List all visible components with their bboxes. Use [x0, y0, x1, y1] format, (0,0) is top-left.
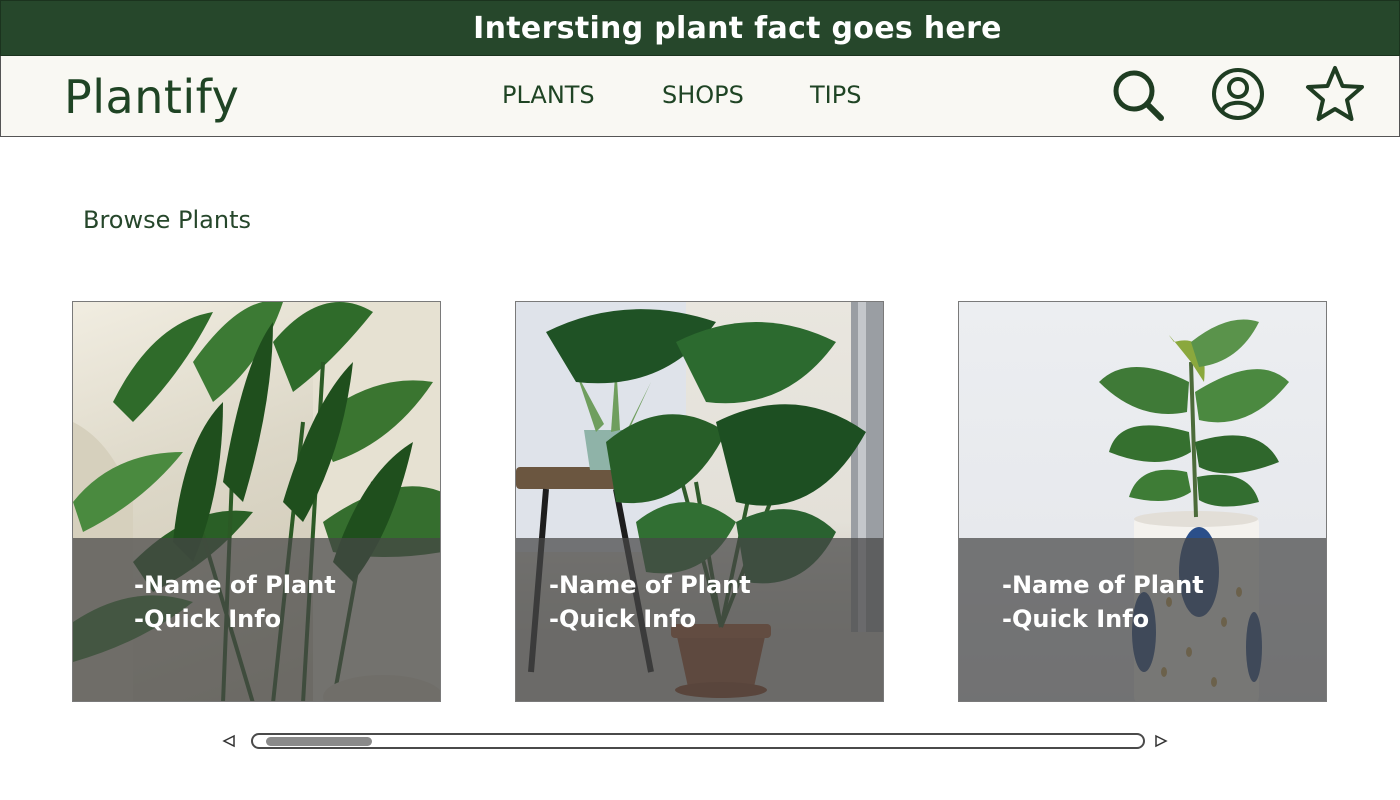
card-text: -Name of Plant -Quick Info [134, 568, 336, 636]
card-text: -Name of Plant -Quick Info [1002, 568, 1204, 636]
scroll-left-arrow-icon[interactable] [222, 734, 236, 748]
star-icon[interactable] [1304, 64, 1366, 124]
nav-link-plants[interactable]: PLANTS [502, 81, 595, 109]
card-text: -Name of Plant -Quick Info [549, 568, 751, 636]
plant-card[interactable]: -Name of Plant -Quick Info [72, 301, 441, 702]
navbar: Plantify PLANTS SHOPS TIPS [0, 56, 1400, 137]
plant-card[interactable]: -Name of Plant -Quick Info [958, 301, 1327, 702]
scrollbar-thumb[interactable] [266, 737, 372, 746]
plant-name: -Name of Plant [549, 571, 751, 599]
logo[interactable]: Plantify [64, 70, 239, 124]
plant-quick-info: -Quick Info [134, 605, 282, 633]
plant-quick-info: -Quick Info [549, 605, 697, 633]
fact-banner: Intersting plant fact goes here [0, 0, 1400, 56]
carousel-scrollbar[interactable] [251, 733, 1145, 749]
plant-quick-info: -Quick Info [1002, 605, 1150, 633]
nav-link-tips[interactable]: TIPS [810, 81, 861, 109]
page-title: Browse Plants [83, 206, 251, 234]
plant-name: -Name of Plant [1002, 571, 1204, 599]
nav-link-shops[interactable]: SHOPS [662, 81, 744, 109]
scroll-right-arrow-icon[interactable] [1154, 734, 1168, 748]
plant-fact-text: Intersting plant fact goes here [473, 10, 1002, 46]
user-icon[interactable] [1210, 66, 1266, 122]
plant-card[interactable]: -Name of Plant -Quick Info [515, 301, 884, 702]
plant-name: -Name of Plant [134, 571, 336, 599]
search-icon[interactable] [1111, 68, 1165, 122]
